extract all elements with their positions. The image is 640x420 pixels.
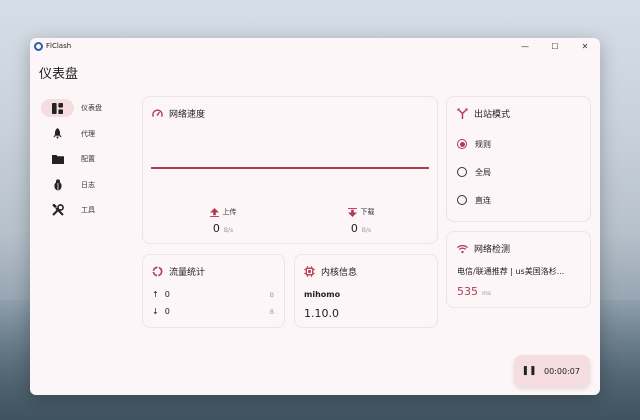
traffic-down-value: 0 bbox=[164, 307, 170, 316]
dashboard-icon bbox=[41, 99, 74, 117]
outbound-option-rule[interactable]: 规则 bbox=[457, 130, 491, 158]
fork-icon bbox=[457, 108, 468, 119]
outbound-option-label: 规则 bbox=[475, 139, 491, 149]
download-value: 0 bbox=[350, 222, 358, 235]
sidebar-item-label: 配置 bbox=[81, 155, 95, 164]
latency-unit: ms bbox=[482, 290, 491, 297]
pause-timer-button[interactable]: ❚❚ 00:00:07 bbox=[514, 355, 590, 387]
speed-graph-line bbox=[151, 167, 429, 169]
network-speed-card: 网络速度 上传 0 B/s 下载 0 B/s bbox=[142, 96, 438, 244]
upload-label: 上传 bbox=[222, 208, 237, 216]
title-bar: FlClash — ☐ ✕ bbox=[30, 38, 600, 54]
core-name: mihomo bbox=[304, 290, 341, 299]
outbound-option-label: 全局 bbox=[475, 167, 491, 177]
traffic-down-row: ↓ 0 bbox=[152, 307, 170, 316]
minimize-button[interactable]: — bbox=[510, 38, 540, 54]
tools-icon bbox=[41, 201, 74, 219]
sidebar-item-tools[interactable]: 工具 bbox=[41, 199, 121, 221]
radio-checked-icon bbox=[457, 139, 467, 149]
outbound-option-global[interactable]: 全局 bbox=[457, 158, 491, 186]
core-version: 1.10.0 bbox=[304, 307, 339, 320]
latency-value: 535 bbox=[457, 285, 478, 298]
outbound-option-label: 直连 bbox=[475, 195, 491, 205]
download-label: 下载 bbox=[360, 208, 375, 216]
upload-unit: B/s bbox=[223, 227, 234, 234]
sidebar: 仪表盘 代理 配置 日志 工具 bbox=[41, 97, 121, 225]
traffic-title: 流量统计 bbox=[169, 268, 206, 278]
maximize-button[interactable]: ☐ bbox=[540, 38, 570, 54]
latency-row: 535 ms bbox=[457, 285, 491, 298]
network-check-title: 网络检测 bbox=[474, 245, 511, 255]
sidebar-item-proxy[interactable]: 代理 bbox=[41, 123, 121, 145]
traffic-up-value: 0 bbox=[164, 290, 170, 299]
core-info-card: 内核信息 mihomo 1.10.0 bbox=[294, 254, 438, 328]
radio-unchecked-icon bbox=[457, 167, 467, 177]
sidebar-item-profiles[interactable]: 配置 bbox=[41, 148, 121, 170]
upload-arrow-icon bbox=[209, 207, 219, 217]
network-check-card: 网络检测 电信/联通推荐 | us美国洛杉... 535 ms bbox=[446, 231, 591, 308]
sidebar-item-label: 代理 bbox=[81, 129, 95, 138]
upload-stat: 上传 0 B/s bbox=[183, 207, 263, 235]
outbound-option-direct[interactable]: 直连 bbox=[457, 186, 491, 214]
traffic-up-row: ↑ 0 bbox=[152, 290, 170, 299]
traffic-up-unit: B bbox=[269, 292, 274, 299]
download-stat: 下载 0 B/s bbox=[321, 207, 401, 235]
download-unit: B/s bbox=[361, 227, 372, 234]
sidebar-item-dashboard[interactable]: 仪表盘 bbox=[41, 97, 121, 119]
speedometer-icon bbox=[152, 109, 163, 118]
wifi-icon bbox=[457, 244, 468, 253]
traffic-ring-icon bbox=[152, 266, 163, 277]
sidebar-item-logs[interactable]: 日志 bbox=[41, 174, 121, 196]
pause-icon: ❚❚ bbox=[521, 366, 537, 376]
arrow-up-icon: ↑ bbox=[152, 290, 159, 299]
traffic-stats-card: 流量统计 ↑ 0 B ↓ 0 B bbox=[142, 254, 285, 328]
core-title: 内核信息 bbox=[321, 268, 358, 278]
close-button[interactable]: ✕ bbox=[570, 38, 600, 54]
folder-icon bbox=[41, 150, 74, 168]
download-arrow-icon bbox=[347, 207, 357, 217]
elapsed-time: 00:00:07 bbox=[544, 366, 580, 376]
page-title: 仪表盘 bbox=[39, 67, 79, 82]
app-window: FlClash — ☐ ✕ 仪表盘 仪表盘 代理 配置 日志 工具 网络速度 上… bbox=[30, 38, 600, 395]
radio-unchecked-icon bbox=[457, 195, 467, 205]
rocket-icon bbox=[41, 125, 74, 143]
network-speed-title: 网络速度 bbox=[169, 110, 206, 120]
outbound-title: 出站模式 bbox=[474, 110, 511, 120]
upload-value: 0 bbox=[212, 222, 220, 235]
sidebar-item-label: 仪表盘 bbox=[81, 104, 102, 112]
traffic-down-unit: B bbox=[269, 309, 274, 316]
network-location: 电信/联通推荐 | us美国洛杉... bbox=[457, 267, 565, 276]
bug-icon bbox=[41, 176, 74, 194]
arrow-down-icon: ↓ bbox=[152, 307, 159, 316]
chip-icon bbox=[304, 266, 315, 277]
sidebar-item-label: 日志 bbox=[81, 180, 95, 189]
outbound-mode-card: 出站模式 规则 全局 直连 bbox=[446, 96, 591, 222]
app-name: FlClash bbox=[46, 42, 72, 50]
sidebar-item-label: 工具 bbox=[81, 206, 95, 215]
flclash-logo-icon bbox=[34, 41, 43, 51]
